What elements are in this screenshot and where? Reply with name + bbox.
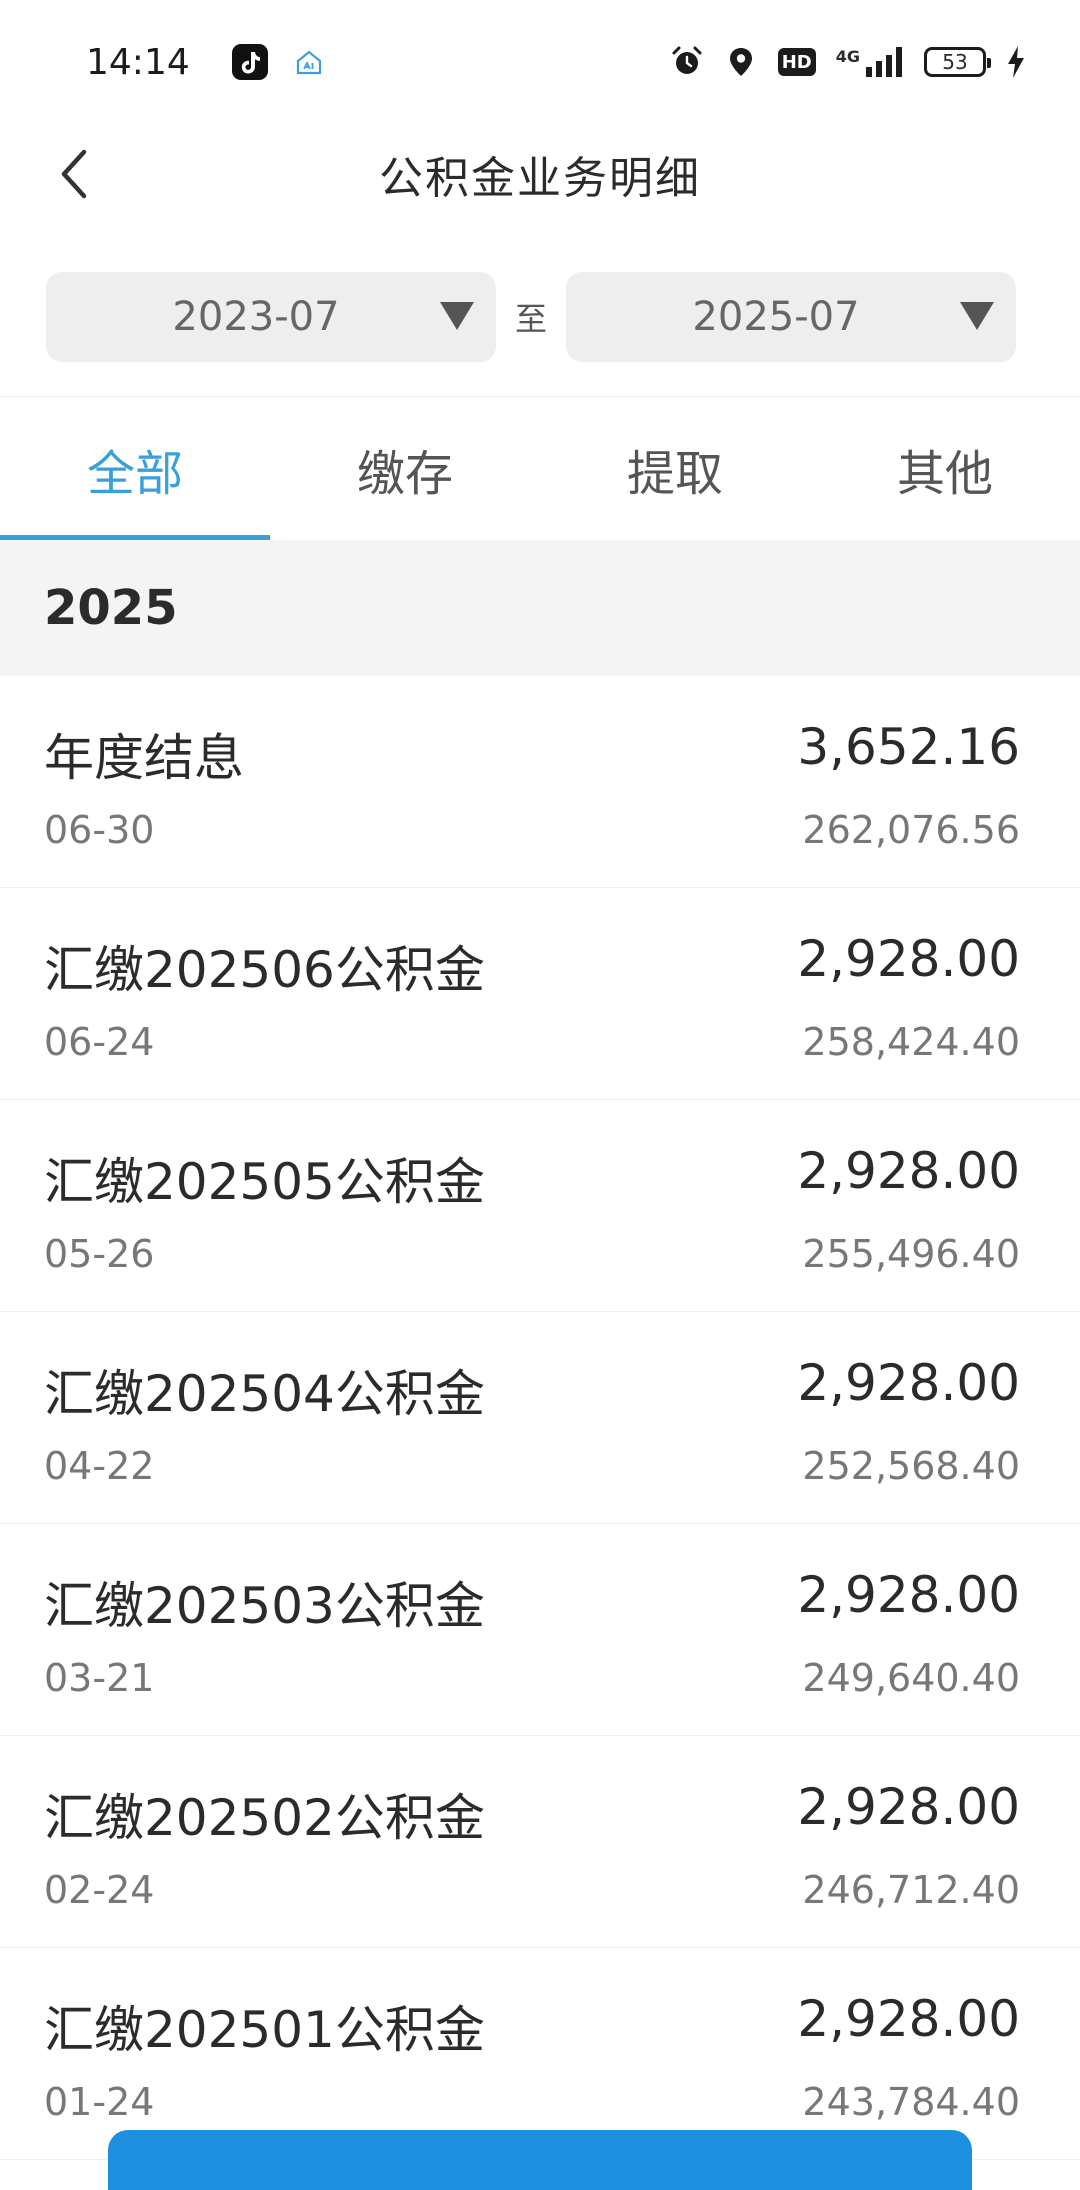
end-date-select[interactable]: 2025-07: [566, 272, 1016, 362]
end-date-value: 2025-07: [692, 294, 860, 340]
record-balance: 246,712.40: [802, 1868, 1020, 1912]
record-balance: 252,568.40: [802, 1444, 1020, 1488]
list-item[interactable]: 汇缴202506公积金 06-24 2,928.00 258,424.40: [0, 888, 1080, 1100]
list-item[interactable]: 汇缴202501公积金 01-24 2,928.00 243,784.40: [0, 1948, 1080, 2160]
home-app-icon: [294, 47, 324, 77]
record-date: 02-24: [44, 1868, 155, 1912]
charging-icon: [1008, 46, 1024, 78]
record-list: 年度结息 06-30 3,652.16 262,076.56 汇缴202506公…: [0, 676, 1080, 2160]
record-date: 03-21: [44, 1656, 155, 1700]
dropdown-triangle-icon: [960, 302, 994, 330]
tab-withdraw[interactable]: 提取: [540, 397, 810, 541]
record-title: 年度结息: [44, 729, 244, 787]
record-title: 汇缴202501公积金: [44, 2001, 485, 2059]
bottom-action-button[interactable]: [108, 2130, 972, 2190]
start-date-value: 2023-07: [172, 294, 340, 340]
tab-deposit[interactable]: 缴存: [270, 397, 540, 541]
start-date-select[interactable]: 2023-07: [46, 272, 496, 362]
record-balance: 255,496.40: [802, 1232, 1020, 1276]
list-item[interactable]: 汇缴202502公积金 02-24 2,928.00 246,712.40: [0, 1736, 1080, 1948]
record-title: 汇缴202504公积金: [44, 1365, 485, 1423]
status-notification-icons: [231, 44, 324, 80]
list-item[interactable]: 汇缴202505公积金 05-26 2,928.00 255,496.40: [0, 1100, 1080, 1312]
list-item[interactable]: 年度结息 06-30 3,652.16 262,076.56: [0, 676, 1080, 888]
record-title: 汇缴202505公积金: [44, 1153, 485, 1211]
record-balance: 258,424.40: [802, 1020, 1020, 1064]
record-amount: 2,928.00: [797, 1990, 1020, 2048]
back-button[interactable]: [44, 144, 104, 204]
hd-icon: HD: [777, 48, 816, 76]
battery-level: 53: [942, 50, 968, 74]
record-amount: 2,928.00: [797, 1778, 1020, 1836]
location-icon: [729, 48, 752, 76]
alarm-icon: [672, 46, 702, 74]
record-amount: 3,652.16: [797, 718, 1020, 776]
record-balance: 249,640.40: [802, 1656, 1020, 1700]
record-amount: 2,928.00: [797, 1566, 1020, 1624]
record-title: 汇缴202503公积金: [44, 1577, 485, 1635]
record-amount: 2,928.00: [797, 1142, 1020, 1200]
record-amount: 2,928.00: [797, 930, 1020, 988]
record-title: 汇缴202506公积金: [44, 941, 485, 999]
list-item[interactable]: 汇缴202504公积金 04-22 2,928.00 252,568.40: [0, 1312, 1080, 1524]
signal-icon: 4G: [836, 47, 904, 77]
record-balance: 262,076.56: [802, 808, 1020, 852]
status-bar: 14:14 HD 4G 53: [0, 0, 1080, 124]
record-date: 06-30: [44, 808, 155, 852]
tab-other[interactable]: 其他: [810, 397, 1080, 541]
record-amount: 2,928.00: [797, 1354, 1020, 1412]
tab-all[interactable]: 全部: [0, 397, 270, 541]
network-type: 4G: [835, 47, 860, 66]
record-date: 06-24: [44, 1020, 155, 1064]
record-title: 汇缴202502公积金: [44, 1789, 485, 1847]
category-tabs: 全部 缴存 提取 其他: [0, 396, 1080, 541]
dropdown-triangle-icon: [440, 302, 474, 330]
status-system-icons: HD 4G 53: [670, 45, 1026, 79]
record-date: 05-26: [44, 1232, 155, 1276]
app-header: 公积金业务明细: [0, 124, 1080, 224]
chevron-left-icon: [61, 149, 87, 199]
tiktok-icon: [231, 44, 268, 80]
year-group-header: 2025: [0, 540, 1080, 676]
date-range-filter: 2023-07 至 2025-07: [46, 272, 1016, 362]
record-date: 04-22: [44, 1444, 155, 1488]
range-separator: 至: [514, 300, 547, 338]
battery-icon: 53: [924, 47, 991, 77]
list-item[interactable]: 汇缴202503公积金 03-21 2,928.00 249,640.40: [0, 1524, 1080, 1736]
record-balance: 243,784.40: [802, 2080, 1020, 2124]
status-time: 14:14: [86, 41, 190, 83]
year-label: 2025: [44, 580, 178, 636]
record-date: 01-24: [44, 2080, 155, 2124]
page-title: 公积金业务明细: [379, 153, 701, 204]
